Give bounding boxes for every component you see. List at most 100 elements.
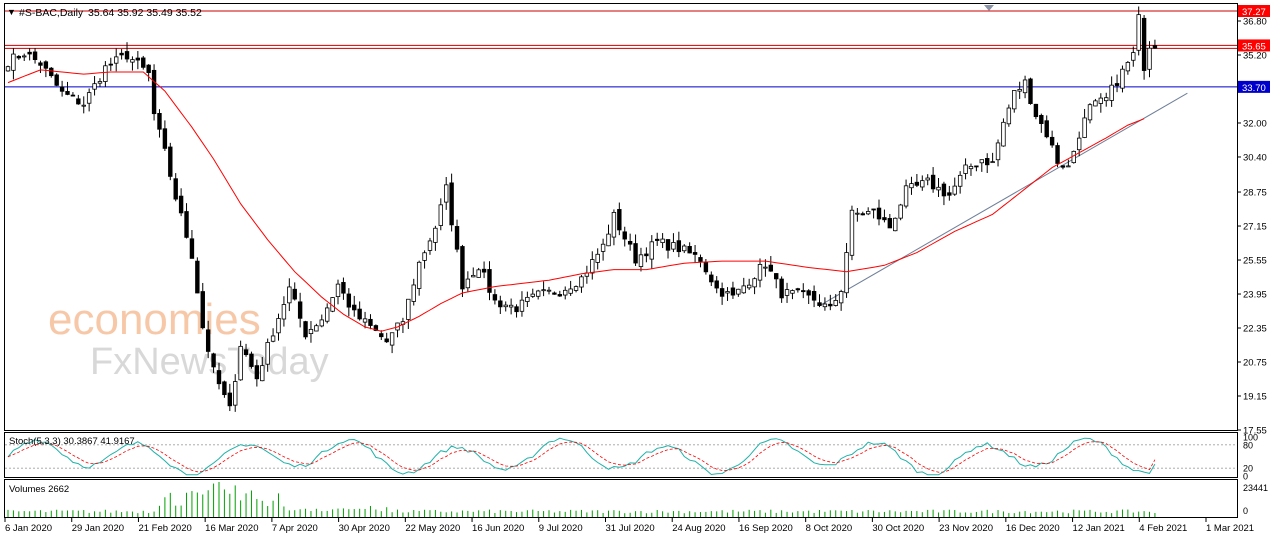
candle-body	[882, 217, 887, 221]
x-tick-label: 9 Jul 2020	[539, 523, 583, 534]
candle-body	[205, 329, 211, 352]
candle-body	[189, 238, 195, 259]
candle-body	[471, 274, 476, 278]
y-tick-label: 25.55	[1243, 256, 1267, 267]
candle-body	[730, 287, 736, 296]
y-tick-label: 23.95	[1243, 290, 1267, 301]
candle-body	[16, 55, 22, 59]
candle-body	[1141, 17, 1147, 71]
price-tag: 33.70	[1238, 80, 1270, 94]
candle-body	[1082, 117, 1087, 138]
x-tick-label: 24 Aug 2020	[672, 523, 725, 534]
candle-body	[195, 260, 200, 294]
candle-body	[168, 146, 173, 177]
candle	[249, 351, 254, 369]
candle-body	[1098, 97, 1104, 104]
candle-body	[362, 318, 368, 323]
candle-body	[465, 278, 471, 289]
chart-canvas[interactable]: economies FxNewsToday 36.8035.2033.6032.…	[0, 0, 1280, 540]
candle	[303, 320, 308, 340]
candle-body	[638, 254, 644, 267]
candle-body	[893, 217, 898, 232]
candle-body	[633, 243, 638, 264]
x-tick-label: 6 Jan 2020	[5, 523, 52, 534]
candle-body	[346, 293, 352, 308]
candle-body	[114, 56, 119, 64]
x-tick-label: 16 Sep 2020	[739, 523, 793, 534]
candle-body	[308, 328, 314, 335]
candle-body	[49, 67, 54, 77]
candle-body	[768, 264, 774, 272]
x-tick-label: 22 May 2020	[405, 523, 460, 534]
candle-body	[947, 192, 952, 196]
candle-body	[1131, 52, 1136, 61]
candle-body	[449, 182, 454, 226]
candle-body	[1028, 78, 1033, 104]
chart-menu-icon[interactable]: ▼	[7, 7, 16, 17]
candle-body	[573, 286, 579, 291]
candle-body	[941, 183, 947, 197]
y-tick-label: 19.15	[1243, 392, 1267, 403]
candle-body	[243, 349, 249, 356]
watermark-logo: economies	[48, 295, 261, 344]
candle-body	[281, 304, 287, 320]
candle-body	[103, 65, 108, 82]
candle-body	[297, 301, 303, 319]
candle-body	[438, 204, 443, 226]
candle-body	[985, 158, 990, 166]
candle-body	[774, 273, 779, 280]
candle-body	[525, 296, 530, 302]
candle-body	[627, 240, 633, 245]
candle-body	[287, 286, 292, 304]
y-tick-label: 36.80	[1243, 16, 1267, 27]
chart-symbol: #S-BAC,Daily	[19, 7, 84, 19]
candle-body	[535, 290, 541, 297]
candle-body	[611, 212, 617, 238]
candle-body	[1022, 79, 1028, 94]
candle-body	[314, 325, 319, 332]
candle-body	[930, 174, 936, 190]
candle-body	[736, 288, 741, 295]
candle-body	[292, 288, 297, 300]
candle-body	[936, 186, 941, 191]
candle-body	[606, 233, 611, 247]
candle-body	[444, 184, 449, 203]
candle-body	[752, 278, 757, 288]
candle-body	[22, 55, 27, 58]
stoch-tick-label: 0	[1243, 472, 1248, 482]
candle-body	[817, 302, 822, 306]
candle-body	[1060, 165, 1066, 168]
candle	[1001, 118, 1006, 147]
y-tick-label: 20.75	[1243, 358, 1267, 369]
candle-body	[920, 180, 925, 188]
candle-body	[687, 246, 692, 254]
candle-body	[860, 213, 865, 216]
candle-body	[86, 92, 92, 104]
candle-body	[676, 240, 682, 253]
candle-body	[43, 61, 49, 69]
candle-body	[876, 207, 882, 220]
candle-body	[790, 290, 795, 294]
candle-body	[968, 165, 974, 170]
candle	[1033, 103, 1039, 120]
candle-body	[508, 304, 514, 308]
candle-body	[81, 104, 86, 107]
candle-body	[709, 274, 714, 283]
y-tick-label: 30.40	[1243, 152, 1267, 163]
candle-body	[1012, 90, 1017, 110]
candle-body	[260, 365, 265, 382]
candle-body	[660, 238, 665, 244]
candle-body	[119, 52, 124, 56]
candle-body	[1033, 103, 1039, 118]
price-tag-label: 33.70	[1242, 83, 1266, 94]
candle-body	[898, 204, 903, 219]
candle-body	[341, 282, 346, 294]
candle-body	[59, 86, 65, 92]
x-tick-label: 7 Apr 2020	[272, 523, 318, 534]
x-tick-label: 4 Feb 2021	[1139, 523, 1187, 534]
candle-body	[763, 266, 768, 269]
candle-body	[600, 243, 606, 252]
candle-body	[725, 291, 730, 294]
candle-body	[124, 51, 130, 60]
price-tag: 35.65	[1238, 39, 1270, 52]
